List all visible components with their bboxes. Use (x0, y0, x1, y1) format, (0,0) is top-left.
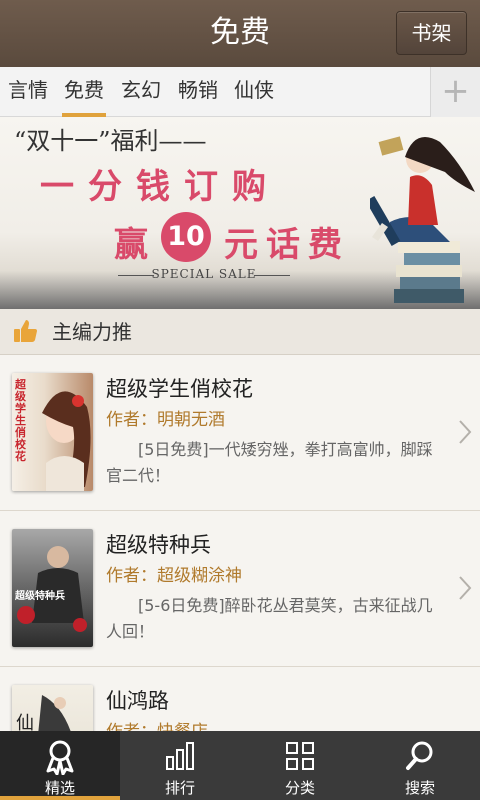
book-cover: 超级学生俏校花 (12, 373, 93, 491)
banner-line1: “双十一”福利—— (14, 127, 207, 155)
book-title: 超级特种兵 (106, 533, 211, 557)
banner-amount-badge: 10 (161, 212, 211, 262)
book-author: 作者：明朝无酒 (106, 410, 225, 430)
nav-category[interactable]: 分类 (240, 731, 360, 800)
book-author: 作者：快餐店 (106, 717, 208, 731)
tab-xianxia[interactable]: 仙侠 (234, 67, 274, 117)
nav-label: 搜索 (404, 779, 435, 797)
promo-banner[interactable]: “双十一”福利—— 一分钱订购 赢 10 元话费 SPECIAL SALE (0, 117, 480, 309)
search-icon (406, 741, 433, 770)
section-title: 主编力推 (52, 320, 132, 344)
category-tabs: 言情 免费 玄幻 畅销 仙侠 + (0, 67, 480, 117)
tab-xuanhuan[interactable]: 玄幻 (121, 67, 161, 117)
nav-label: 精选 (44, 779, 75, 797)
title-bar: 免费 书架 (0, 0, 480, 67)
nav-ranking[interactable]: 排行 (120, 731, 240, 800)
bar-chart-icon (166, 742, 194, 770)
bottom-navigation: 精选 排行 分类 搜索 (0, 731, 480, 800)
nav-label: 分类 (284, 779, 315, 797)
book-description: [5-6日免费]醉卧花丛君莫笑，古来征战几人回！ (106, 596, 433, 641)
book-cover: 超级特种兵 (12, 529, 93, 647)
tab-bestseller[interactable]: 畅销 (178, 67, 218, 117)
chevron-right-icon (459, 420, 472, 444)
nav-search[interactable]: 搜索 (360, 731, 480, 800)
nav-label: 排行 (164, 779, 195, 797)
bookshelf-button[interactable]: 书架 (396, 11, 467, 55)
list-item[interactable]: 超级学生俏校花 超级学生俏校花 作者：明朝无酒 [5日免费]一代矮穷矬，拳打高富… (0, 355, 480, 511)
nav-featured[interactable]: 精选 (0, 731, 120, 800)
reading-girl-illustration (370, 136, 475, 303)
book-title: 超级学生俏校花 (106, 377, 253, 401)
book-cover-title: 超级学生俏校花 (15, 378, 26, 463)
book-cover-title: 仙 (16, 713, 34, 731)
book-description: [5日免费]一代矮穷矬，拳打高富帅，脚踩官二代！ (106, 440, 433, 485)
grid-icon (286, 742, 314, 770)
thumbs-up-icon (14, 320, 37, 342)
plus-icon: + (441, 71, 470, 111)
add-tab-button[interactable]: + (430, 67, 480, 117)
book-cover: 仙 (12, 685, 93, 731)
banner-headline: 一分钱订购 (40, 167, 280, 207)
list-item[interactable]: 超级特种兵 超级特种兵 作者：超级糊涂神 [5-6日免费]醉卧花丛君莫笑，古来征… (0, 511, 480, 667)
tab-yanqing[interactable]: 言情 (8, 67, 48, 117)
chevron-right-icon (459, 576, 472, 600)
section-header-editor-picks: 主编力推 (0, 309, 480, 355)
banner-win-text: 赢 (114, 225, 148, 265)
list-item[interactable]: 仙 仙鸿路 作者：快餐店 (0, 667, 480, 731)
book-title: 仙鸿路 (106, 689, 169, 713)
book-cover-title: 超级特种兵 (15, 591, 65, 602)
tab-free[interactable]: 免费 (62, 67, 106, 117)
book-list[interactable]: 超级学生俏校花 超级学生俏校花 作者：明朝无酒 [5日免费]一代矮穷矬，拳打高富… (0, 355, 480, 731)
banner-prize-text: 元话费 (224, 225, 350, 265)
book-author: 作者：超级糊涂神 (106, 566, 242, 586)
banner-sale-tag: SPECIAL SALE (118, 267, 290, 281)
award-icon (46, 740, 74, 775)
